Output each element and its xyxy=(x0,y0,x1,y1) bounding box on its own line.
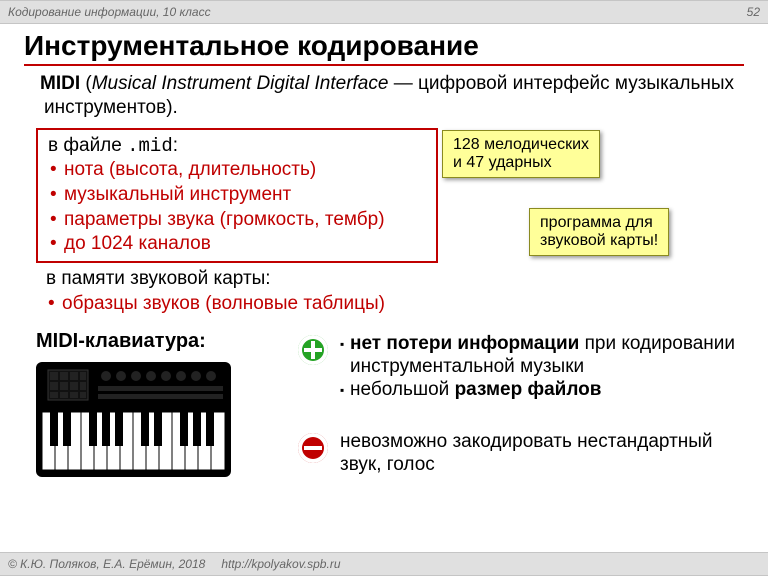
file-ext: .mid xyxy=(127,135,173,157)
lower-columns: MIDI-клавиатура: xyxy=(36,330,740,481)
box-bullet: до 1024 каналов xyxy=(48,232,426,257)
box-bullets: нота (высота, длительность) музыкальный … xyxy=(48,158,426,257)
slide-content: MIDI (Musical Instrument Digital Interfa… xyxy=(0,72,768,481)
disadvantage-block: невозможно закодировать нестандартный зв… xyxy=(298,431,740,481)
header-left: Кодирование информации, 10 класс xyxy=(8,5,211,19)
midi-abbr: MIDI xyxy=(40,73,80,94)
midi-dash: — xyxy=(388,73,418,94)
below-lead: в памяти звуковой карты: xyxy=(46,267,740,292)
box-bullet: музыкальный инструмент xyxy=(48,183,426,208)
advantages-text: нет потери информации при кодировании ин… xyxy=(340,333,740,401)
slide-title: Инструментальное кодирование xyxy=(24,30,744,66)
slide-header: Кодирование информации, 10 класс 52 xyxy=(0,0,768,24)
box-bullet: нота (высота, длительность) xyxy=(48,158,426,183)
keyboard-image xyxy=(36,362,231,482)
midi-english: Musical Instrument Digital Interface xyxy=(92,73,389,94)
callout-instruments: 128 мелодических и 47 ударных xyxy=(442,130,600,179)
mid-file-box: в файле .mid: нота (высота, длительность… xyxy=(36,128,438,263)
soundcard-memory: в памяти звуковой карты: образцы звуков … xyxy=(46,267,740,316)
box-bullet: параметры звука (громкость, тембр) xyxy=(48,208,426,233)
footer-copyright: © К.Ю. Поляков, Е.А. Ерёмин, 2018 xyxy=(8,557,205,571)
below-bullets: образцы звуков (волновые таблицы) xyxy=(46,292,740,317)
midi-definition: MIDI (Musical Instrument Digital Interfa… xyxy=(40,72,740,120)
plus-icon xyxy=(298,335,328,365)
footer-url: http://kpolyakov.spb.ru xyxy=(221,557,340,571)
minus-icon xyxy=(298,433,328,463)
disadvantage-text: невозможно закодировать нестандартный зв… xyxy=(340,431,740,477)
keyboard-icon xyxy=(36,362,231,477)
advantage-item: нет потери информации при кодировании ин… xyxy=(340,333,740,379)
page-number: 52 xyxy=(747,5,760,19)
slide: Кодирование информации, 10 класс 52 Инст… xyxy=(0,0,768,576)
slide-footer: © К.Ю. Поляков, Е.А. Ерёмин, 2018 http:/… xyxy=(0,552,768,576)
callout-program: программа для звуковой карты! xyxy=(529,208,669,257)
advantages-block: нет потери информации при кодировании ин… xyxy=(298,333,740,421)
advantage-item: небольшой размер файлов xyxy=(340,379,740,402)
below-bullet: образцы звуков (волновые таблицы) xyxy=(46,292,740,317)
box-lead: в файле .mid: xyxy=(48,134,426,159)
